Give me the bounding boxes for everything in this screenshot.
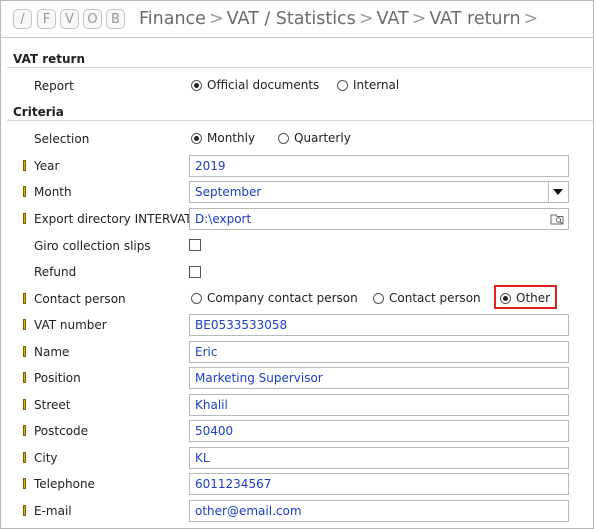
f-button[interactable]: F xyxy=(37,9,56,29)
refund-checkbox[interactable] xyxy=(189,266,201,278)
required-marker-icon xyxy=(23,399,26,410)
section-title-vat-return: VAT return xyxy=(13,52,85,66)
breadcrumb-separator: > xyxy=(358,9,374,29)
window-frame: / F V O B Finance > VAT / Statistics > VAT > V… xyxy=(0,0,594,529)
required-marker-icon xyxy=(23,186,26,197)
breadcrumb-separator: > xyxy=(523,9,539,29)
chevron-down-icon xyxy=(553,189,563,195)
name-input[interactable]: Eric xyxy=(189,341,569,363)
report-label: Report xyxy=(34,79,74,93)
slash-button[interactable]: / xyxy=(13,9,32,29)
month-selected-value: September xyxy=(195,185,262,199)
radio-label: Quarterly xyxy=(294,131,351,145)
street-input[interactable]: Khalil xyxy=(189,394,569,416)
giro-label: Giro collection slips xyxy=(34,239,151,253)
radio-official-documents[interactable]: Official documents xyxy=(191,78,319,92)
postcode-label: Postcode xyxy=(34,424,89,438)
refund-label: Refund xyxy=(34,265,77,279)
month-select[interactable]: September xyxy=(189,181,569,203)
radio-label: Contact person xyxy=(389,291,481,305)
postcode-input[interactable]: 50400 xyxy=(189,420,569,442)
section-divider xyxy=(7,120,593,121)
name-label: Name xyxy=(34,345,70,359)
required-marker-icon xyxy=(23,505,26,516)
o-button[interactable]: O xyxy=(83,9,102,29)
top-bar: / F V O B Finance > VAT / Statistics > VAT > V… xyxy=(1,1,593,37)
radio-quarterly[interactable]: Quarterly xyxy=(278,131,351,145)
required-marker-icon xyxy=(23,319,26,330)
breadcrumb-item-vat[interactable]: VAT xyxy=(376,9,408,29)
position-input[interactable]: Marketing Supervisor xyxy=(189,367,569,389)
radio-label: Official documents xyxy=(207,78,320,92)
radio-monthly[interactable]: Monthly xyxy=(191,131,255,145)
b-button[interactable]: B xyxy=(106,9,125,29)
required-marker-icon xyxy=(23,346,26,357)
section-divider xyxy=(7,67,593,68)
export-directory-input[interactable]: D:\export xyxy=(189,208,569,230)
telephone-input[interactable]: 6011234567 xyxy=(189,473,569,495)
selection-label: Selection xyxy=(34,132,90,146)
radio-contact-person[interactable]: Contact person xyxy=(373,291,481,305)
radio-unselected-icon xyxy=(278,132,289,144)
contact-person-label: Contact person xyxy=(34,292,126,306)
section-title-criteria: Criteria xyxy=(13,105,64,119)
radio-label: Internal xyxy=(353,78,400,92)
required-marker-icon xyxy=(23,213,26,224)
required-marker-icon xyxy=(23,293,26,304)
radio-company-contact-person[interactable]: Company contact person xyxy=(191,291,358,305)
radio-label: Company contact person xyxy=(207,291,358,305)
year-label: Year xyxy=(34,159,60,173)
breadcrumb-item-finance[interactable]: Finance xyxy=(139,9,206,29)
breadcrumb-separator: > xyxy=(208,9,224,29)
email-label: E-mail xyxy=(34,504,72,518)
required-marker-icon xyxy=(23,372,26,383)
vat-number-input[interactable]: BE0533533058 xyxy=(189,314,569,336)
vat-number-label: VAT number xyxy=(34,318,107,332)
city-input[interactable]: KL xyxy=(189,447,569,469)
radio-unselected-icon xyxy=(337,79,348,91)
highlight-box xyxy=(494,285,557,309)
street-label: Street xyxy=(34,398,71,412)
required-marker-icon xyxy=(23,425,26,436)
month-label: Month xyxy=(34,185,72,199)
radio-unselected-icon xyxy=(373,292,384,304)
breadcrumb: Finance > VAT / Statistics > VAT > VAT return > xyxy=(139,7,541,31)
giro-checkbox[interactable] xyxy=(189,239,201,251)
required-marker-icon xyxy=(23,452,26,463)
top-bar-divider xyxy=(1,37,593,38)
city-label: City xyxy=(34,451,58,465)
folder-search-icon[interactable] xyxy=(550,212,566,226)
required-marker-icon xyxy=(23,160,26,171)
required-marker-icon xyxy=(23,478,26,489)
email-input[interactable]: other@email.com xyxy=(189,500,569,522)
radio-unselected-icon xyxy=(191,292,202,304)
radio-selected-icon xyxy=(191,132,202,144)
export-directory-label: Export directory INTERVAT xyxy=(34,212,192,226)
year-input[interactable]: 2019 xyxy=(189,155,569,177)
dropdown-toggle[interactable] xyxy=(548,182,568,202)
v-button[interactable]: V xyxy=(60,9,79,29)
breadcrumb-item-vat-statistics[interactable]: VAT / Statistics xyxy=(227,9,356,29)
radio-internal[interactable]: Internal xyxy=(337,78,399,92)
position-label: Position xyxy=(34,371,81,385)
breadcrumb-item-vat-return[interactable]: VAT return xyxy=(429,9,520,29)
telephone-label: Telephone xyxy=(34,477,95,491)
breadcrumb-separator: > xyxy=(411,9,427,29)
export-directory-value: D:\export xyxy=(195,212,252,226)
radio-selected-icon xyxy=(191,79,202,91)
radio-label: Monthly xyxy=(207,131,256,145)
